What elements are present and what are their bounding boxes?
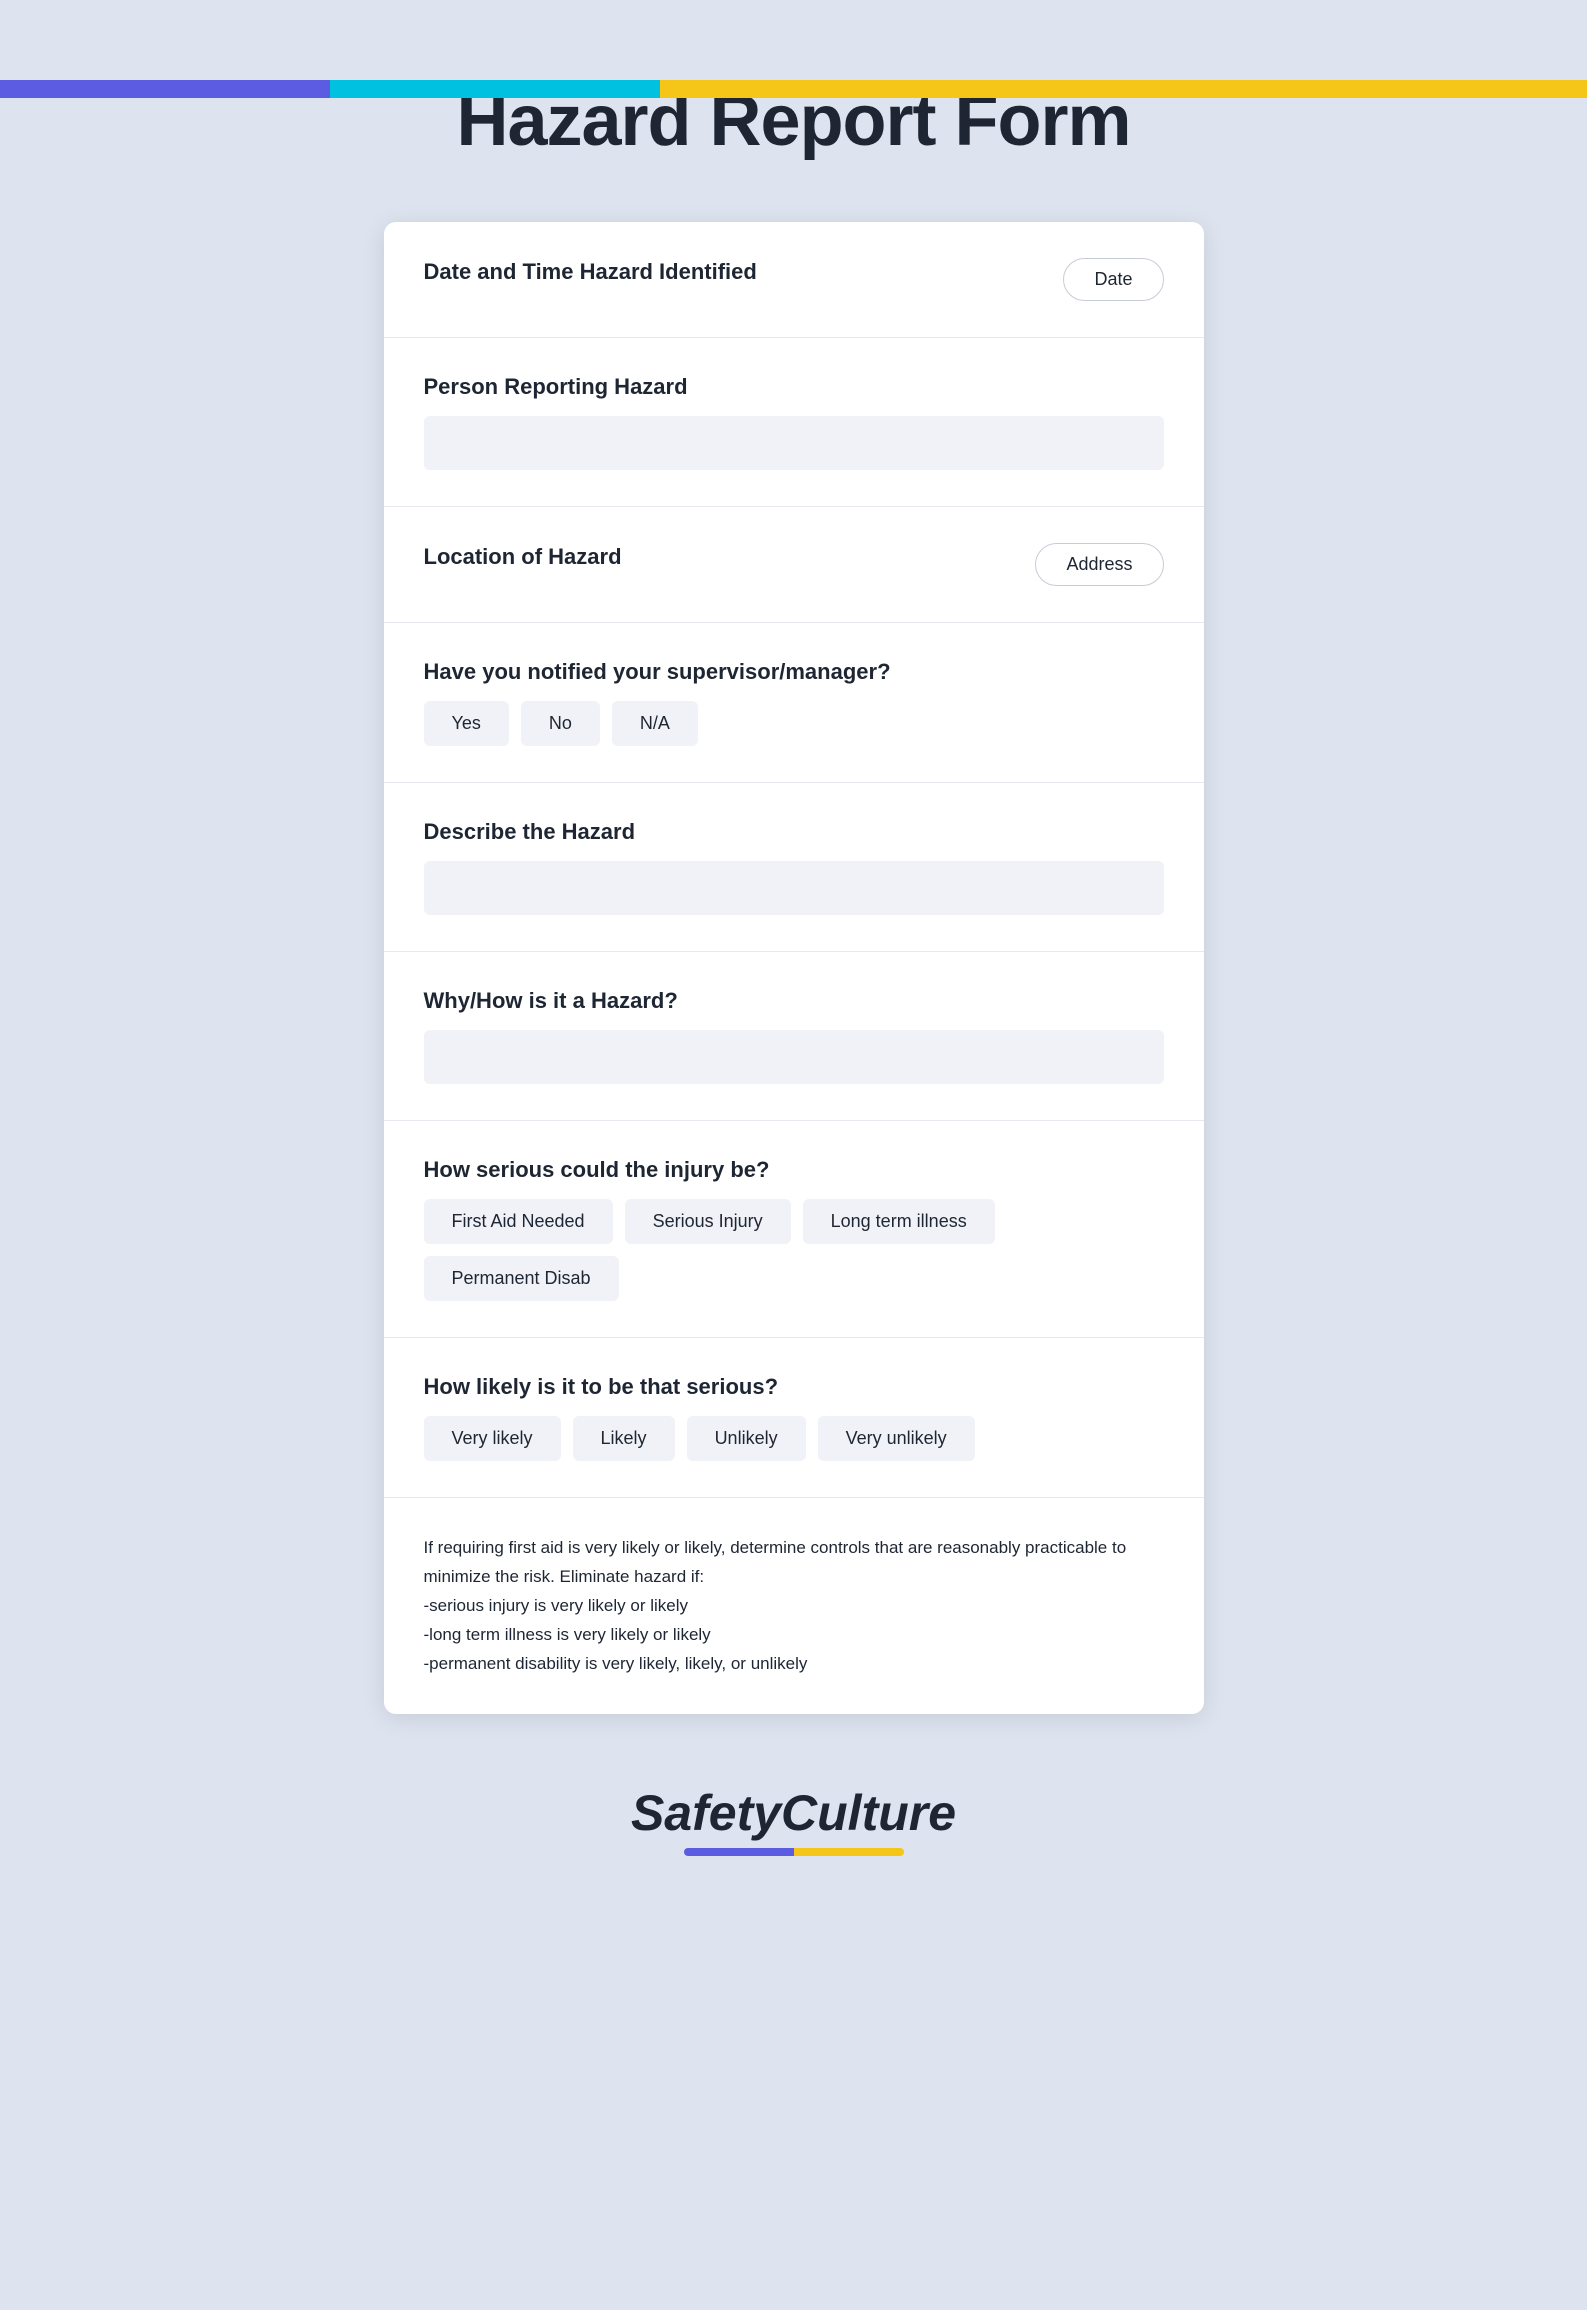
section-injury-likelihood: How likely is it to be that serious? Ver… bbox=[384, 1338, 1204, 1498]
footer: SafetyCulture bbox=[0, 1784, 1587, 1916]
why-hazard-input[interactable] bbox=[424, 1030, 1164, 1084]
top-bar-cyan bbox=[330, 80, 660, 98]
section-person-reporting: Person Reporting Hazard bbox=[384, 338, 1204, 507]
form-card: Date and Time Hazard Identified Date Per… bbox=[384, 222, 1204, 1714]
footer-culture: Culture bbox=[781, 1785, 956, 1841]
injury-severity-options: First Aid Needed Serious Injury Long ter… bbox=[424, 1199, 1164, 1301]
section-date-time: Date and Time Hazard Identified Date bbox=[384, 222, 1204, 338]
top-bar-purple bbox=[0, 80, 330, 98]
footer-underline bbox=[684, 1848, 904, 1856]
injury-severity-label: How serious could the injury be? bbox=[424, 1157, 1164, 1183]
option-very-likely[interactable]: Very likely bbox=[424, 1416, 561, 1461]
section-location: Location of Hazard Address bbox=[384, 507, 1204, 623]
notified-supervisor-options: Yes No N/A bbox=[424, 701, 1164, 746]
section-describe-hazard: Describe the Hazard bbox=[384, 783, 1204, 952]
location-label: Location of Hazard bbox=[424, 544, 622, 570]
address-button[interactable]: Address bbox=[1035, 543, 1163, 586]
footer-underline-yellow bbox=[794, 1848, 904, 1856]
option-likely[interactable]: Likely bbox=[573, 1416, 675, 1461]
footer-underline-purple bbox=[684, 1848, 794, 1856]
top-bar-yellow bbox=[660, 80, 1587, 98]
person-reporting-label: Person Reporting Hazard bbox=[424, 374, 1164, 400]
option-yes[interactable]: Yes bbox=[424, 701, 509, 746]
info-line-4: -permanent disability is very likely, li… bbox=[424, 1654, 808, 1673]
section-why-hazard: Why/How is it a Hazard? bbox=[384, 952, 1204, 1121]
describe-hazard-input[interactable] bbox=[424, 861, 1164, 915]
option-na[interactable]: N/A bbox=[612, 701, 698, 746]
option-long-term[interactable]: Long term illness bbox=[803, 1199, 995, 1244]
option-serious-injury[interactable]: Serious Injury bbox=[625, 1199, 791, 1244]
section-notified-supervisor: Have you notified your supervisor/manage… bbox=[384, 623, 1204, 783]
section-info: If requiring first aid is very likely or… bbox=[384, 1498, 1204, 1714]
option-permanent-disab[interactable]: Permanent Disab bbox=[424, 1256, 619, 1301]
injury-likelihood-label: How likely is it to be that serious? bbox=[424, 1374, 1164, 1400]
person-reporting-input[interactable] bbox=[424, 416, 1164, 470]
option-first-aid[interactable]: First Aid Needed bbox=[424, 1199, 613, 1244]
top-bar bbox=[0, 80, 1587, 98]
option-unlikely[interactable]: Unlikely bbox=[687, 1416, 806, 1461]
describe-hazard-label: Describe the Hazard bbox=[424, 819, 1164, 845]
info-line-1: If requiring first aid is very likely or… bbox=[424, 1538, 1127, 1586]
injury-likelihood-options: Very likely Likely Unlikely Very unlikel… bbox=[424, 1416, 1164, 1461]
section-injury-severity: How serious could the injury be? First A… bbox=[384, 1121, 1204, 1338]
notified-supervisor-label: Have you notified your supervisor/manage… bbox=[424, 659, 1164, 685]
info-text: If requiring first aid is very likely or… bbox=[424, 1534, 1164, 1678]
footer-brand: SafetyCulture bbox=[0, 1784, 1587, 1842]
option-very-unlikely[interactable]: Very unlikely bbox=[818, 1416, 975, 1461]
info-line-3: -long term illness is very likely or lik… bbox=[424, 1625, 711, 1644]
footer-safety: Safety bbox=[631, 1785, 781, 1841]
date-time-label: Date and Time Hazard Identified bbox=[424, 259, 757, 285]
why-hazard-label: Why/How is it a Hazard? bbox=[424, 988, 1164, 1014]
info-line-2: -serious injury is very likely or likely bbox=[424, 1596, 689, 1615]
option-no[interactable]: No bbox=[521, 701, 600, 746]
date-picker-button[interactable]: Date bbox=[1063, 258, 1163, 301]
